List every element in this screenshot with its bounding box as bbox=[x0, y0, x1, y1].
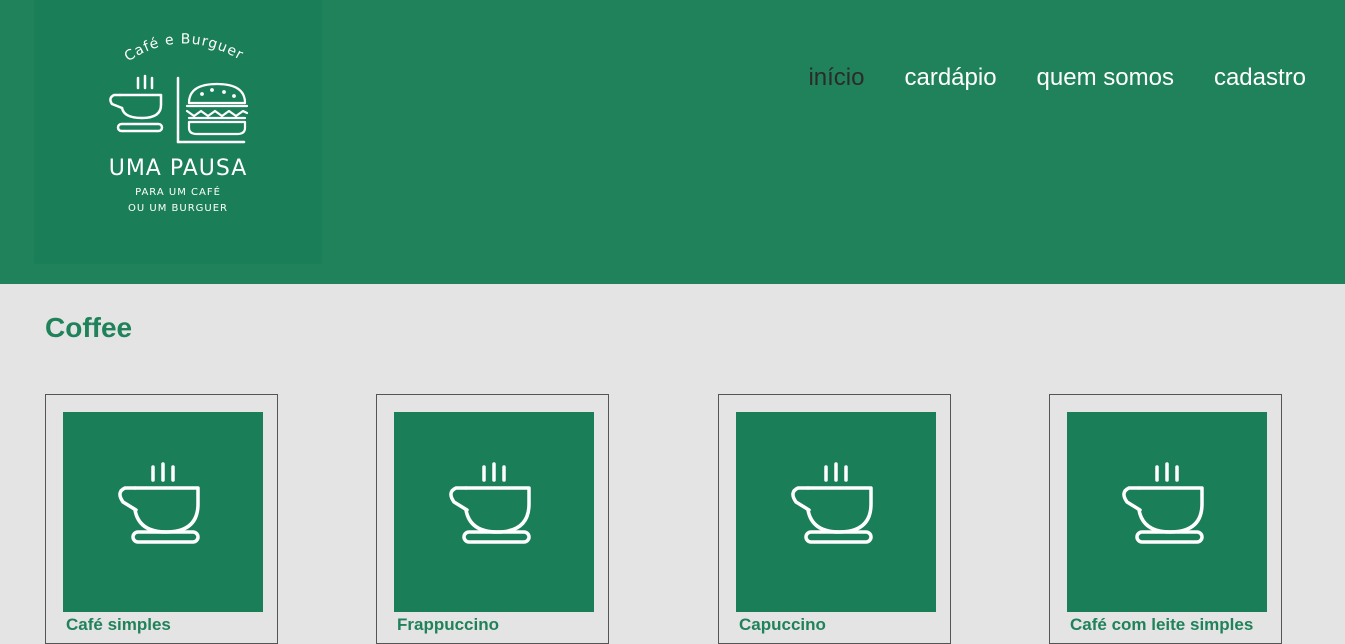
main-nav: início cardápio quem somos cadastro bbox=[808, 62, 1306, 94]
nav-item-inicio[interactable]: início bbox=[808, 62, 864, 94]
coffee-cup-icon bbox=[449, 462, 531, 544]
logo-coffee-cup-icon bbox=[109, 74, 164, 133]
product-card[interactable]: Café com leite simples bbox=[1049, 394, 1282, 644]
logo-subtitle-line1: PARA UM CAFÉ bbox=[135, 185, 221, 198]
coffee-cup-icon bbox=[118, 462, 200, 544]
product-card[interactable]: Capuccino bbox=[718, 394, 951, 644]
logo-graphic: Café e Burguer UMA PAUSA PARA UM CAFÉ OU… bbox=[109, 31, 249, 214]
logo-burger-icon bbox=[185, 82, 249, 136]
logo-title: UMA PAUSA bbox=[109, 156, 248, 181]
site-header: Café e Burguer UMA PAUSA PARA UM CAFÉ OU… bbox=[0, 0, 1345, 284]
product-image[interactable] bbox=[1067, 412, 1267, 612]
product-card[interactable]: Frappuccino bbox=[376, 394, 609, 644]
product-name: Frappuccino bbox=[397, 615, 500, 634]
product-image[interactable] bbox=[736, 412, 936, 612]
nav-item-quem-somos[interactable]: quem somos bbox=[1037, 62, 1174, 94]
product-image[interactable] bbox=[63, 412, 263, 612]
coffee-cup-icon bbox=[1122, 462, 1204, 544]
nav-item-cardapio[interactable]: cardápio bbox=[904, 62, 996, 94]
coffee-cup-icon bbox=[791, 462, 873, 544]
product-card[interactable]: Café simples bbox=[45, 394, 278, 644]
product-image[interactable] bbox=[394, 412, 594, 612]
nav-item-cadastro[interactable]: cadastro bbox=[1214, 62, 1306, 94]
logo-arc-text: Café e Burguer bbox=[122, 31, 247, 65]
logo[interactable]: Café e Burguer UMA PAUSA PARA UM CAFÉ OU… bbox=[34, 0, 322, 264]
logo-subtitle-line2: OU UM BURGUER bbox=[128, 203, 228, 214]
section-title: Coffee bbox=[45, 312, 133, 343]
product-name: Capuccino bbox=[739, 615, 826, 634]
product-name: Café simples bbox=[66, 615, 171, 634]
product-name: Café com leite simples bbox=[1070, 615, 1254, 634]
